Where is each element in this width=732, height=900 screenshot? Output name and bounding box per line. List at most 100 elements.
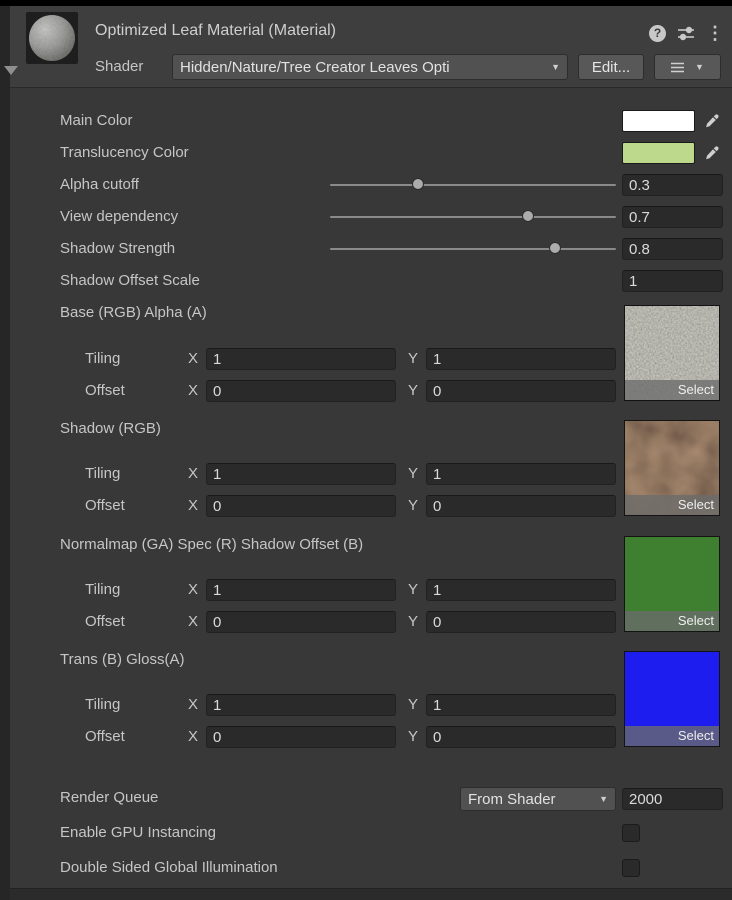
texture-thumbnail[interactable]: Select [624,536,720,632]
tiling-label: Tiling [85,348,120,370]
sphere-texture [29,15,75,61]
tiling-y-field[interactable] [426,579,616,601]
render-queue-mode: From Shader [468,791,556,808]
shadow-strength-label: Shadow Strength [60,238,175,260]
texture-thumbnail[interactable]: Select [624,420,720,516]
tiling-y-field[interactable] [426,348,616,370]
view-dependency-slider[interactable] [330,206,616,228]
inspector-left-gutter [0,6,10,900]
edit-shader-button[interactable]: Edit... [578,54,644,80]
view-dependency-value-field[interactable] [622,206,723,228]
offset-label: Offset [85,380,125,402]
offset-y-field[interactable] [426,726,616,748]
offset-label: Offset [85,726,125,748]
offset-x-field[interactable] [206,611,396,633]
gpu-instancing-checkbox[interactable] [622,824,640,842]
chevron-down-icon: ▼ [547,62,560,72]
shader-dropdown-value: Hidden/Nature/Tree Creator Leaves Opti [180,59,450,76]
y-axis-label: Y [408,380,418,402]
offset-label: Offset [85,495,125,517]
texture-thumbnail[interactable]: Select [624,651,720,747]
material-preview-thumbnail[interactable] [26,12,78,64]
x-axis-label: X [188,463,198,485]
shader-menu-button[interactable]: ▼ [654,54,721,80]
shadow-offset-scale-label: Shadow Offset Scale [60,270,200,292]
tiling-y-field[interactable] [426,694,616,716]
texture-select-button[interactable]: Select [625,380,719,400]
texture-select-button[interactable]: Select [625,726,719,746]
slider-thumb[interactable] [549,242,561,254]
alpha-cutoff-value-field[interactable] [622,174,723,196]
slider-track[interactable] [330,184,616,186]
material-preview-sphere [29,15,75,61]
offset-x-field[interactable] [206,380,396,402]
tiling-label: Tiling [85,463,120,485]
texture-select-button[interactable]: Select [625,495,719,515]
translucency-color-eyedropper-button[interactable] [699,142,725,164]
offset-y-field[interactable] [426,495,616,517]
inspector-window: Optimized Leaf Material (Material) ? ⋮ S… [0,0,732,900]
shader-label: Shader [95,54,143,80]
slider-thumb[interactable] [412,178,424,190]
alpha-cutoff-label: Alpha cutoff [60,174,139,196]
main-color-eyedropper-button[interactable] [699,110,725,132]
tiling-y-field[interactable] [426,463,616,485]
offset-x-field[interactable] [206,495,396,517]
render-queue-label: Render Queue [60,787,158,809]
material-header: Optimized Leaf Material (Material) ? ⋮ S… [10,6,732,88]
offset-y-field[interactable] [426,380,616,402]
render-queue-dropdown[interactable]: From Shader ▼ [460,787,616,811]
x-axis-label: X [188,694,198,716]
tiling-label: Tiling [85,694,120,716]
y-axis-label: Y [408,579,418,601]
texture-label: Trans (B) Gloss(A) [60,649,184,671]
kebab-menu-icon[interactable]: ⋮ [706,24,724,42]
x-axis-label: X [188,726,198,748]
presets-icon[interactable] [677,26,695,41]
tiling-label: Tiling [85,579,120,601]
chevron-down-icon: ▼ [595,794,608,804]
texture-select-button[interactable]: Select [625,611,719,631]
y-axis-label: Y [408,611,418,633]
y-axis-label: Y [408,726,418,748]
double-sided-gi-label: Double Sided Global Illumination [60,857,278,879]
x-axis-label: X [188,579,198,601]
inspector-bottom-edge [10,888,732,900]
offset-y-field[interactable] [426,611,616,633]
shadow-offset-scale-field[interactable] [622,270,723,292]
translucency-color-swatch[interactable] [622,142,695,164]
double-sided-gi-checkbox[interactable] [622,859,640,877]
y-axis-label: Y [408,495,418,517]
slider-thumb[interactable] [522,210,534,222]
texture-thumbnail[interactable]: Select [624,305,720,401]
slider-track[interactable] [330,216,616,218]
tiling-x-field[interactable] [206,694,396,716]
shader-dropdown[interactable]: Hidden/Nature/Tree Creator Leaves Opti ▼ [172,54,568,80]
foldout-arrow-icon[interactable] [4,66,18,75]
main-color-label: Main Color [60,110,133,132]
tiling-x-field[interactable] [206,579,396,601]
chevron-down-icon: ▼ [691,62,704,72]
shadow-strength-value-field[interactable] [622,238,723,260]
y-axis-label: Y [408,694,418,716]
x-axis-label: X [188,611,198,633]
render-queue-value-field[interactable] [622,788,723,810]
gpu-instancing-label: Enable GPU Instancing [60,822,216,844]
list-icon [671,62,684,73]
offset-x-field[interactable] [206,726,396,748]
shadow-strength-slider[interactable] [330,238,616,260]
x-axis-label: X [188,348,198,370]
alpha-cutoff-slider[interactable] [330,174,616,196]
texture-label: Normalmap (GA) Spec (R) Shadow Offset (B… [60,534,363,556]
y-axis-label: Y [408,348,418,370]
y-axis-label: Y [408,463,418,485]
offset-label: Offset [85,611,125,633]
texture-label: Base (RGB) Alpha (A) [60,302,207,324]
main-color-swatch[interactable] [622,110,695,132]
help-icon[interactable]: ? [649,25,666,42]
tiling-x-field[interactable] [206,463,396,485]
view-dependency-label: View dependency [60,206,178,228]
material-title: Optimized Leaf Material (Material) [95,22,336,40]
tiling-x-field[interactable] [206,348,396,370]
slider-track[interactable] [330,248,616,250]
